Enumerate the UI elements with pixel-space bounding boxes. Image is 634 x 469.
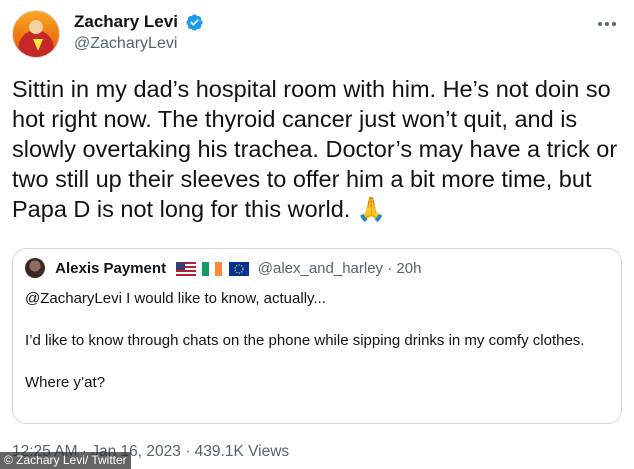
- tweet-header: Zachary Levi @ZacharyLevi: [12, 10, 622, 58]
- us-flag-icon: [176, 261, 197, 276]
- quoted-paragraph: Where y’at?: [25, 374, 106, 391]
- flag-emojis: [176, 260, 250, 277]
- quoted-handle-time[interactable]: @alex_and_harley · 20h: [258, 260, 422, 277]
- avatar[interactable]: [12, 10, 60, 58]
- author-display-name[interactable]: Zachary Levi: [74, 12, 178, 32]
- quoted-tweet-text: @ZacharyLevi I would like to know, actua…: [25, 288, 610, 393]
- ireland-flag-icon: [202, 261, 223, 276]
- eu-flag-icon: [228, 261, 249, 276]
- quoted-tweet-header: Alexis Payment @alex_and_harley · 20h: [25, 258, 421, 278]
- verified-badge-icon: [186, 13, 204, 31]
- quoted-display-name[interactable]: Alexis Payment: [55, 260, 166, 277]
- author-block[interactable]: Zachary Levi @ZacharyLevi: [74, 12, 204, 53]
- quoted-avatar[interactable]: [25, 258, 45, 278]
- quoted-paragraph: @ZacharyLevi I would like to know, actua…: [25, 290, 326, 307]
- author-handle[interactable]: @ZacharyLevi: [74, 35, 204, 53]
- photo-credit: © Zachary Levi/ Twitter: [0, 452, 131, 469]
- more-options-button[interactable]: [596, 14, 618, 34]
- quoted-paragraph: I’d like to know through chats on the ph…: [25, 332, 585, 349]
- tweet: Zachary Levi @ZacharyLevi Sittin in my d…: [0, 0, 634, 469]
- quoted-tweet[interactable]: Alexis Payment @alex_and_harley · 20h @Z…: [12, 248, 622, 424]
- more-icon: [598, 22, 616, 26]
- lightning-bolt-icon: [33, 39, 43, 51]
- tweet-text: Sittin in my dad’s hospital room with hi…: [12, 76, 624, 222]
